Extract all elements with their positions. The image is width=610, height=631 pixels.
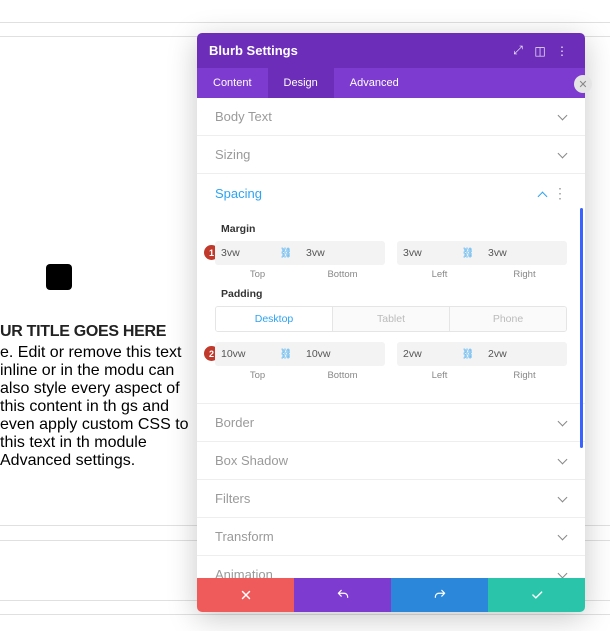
blurb-icon-placeholder xyxy=(46,264,72,290)
check-icon xyxy=(530,588,544,602)
tab-design[interactable]: Design xyxy=(268,68,334,98)
margin-left-input[interactable]: 3vw⛓ xyxy=(397,241,482,265)
panel-footer xyxy=(197,578,585,612)
margin-top-input[interactable]: 3vw⛓ xyxy=(215,241,300,265)
link-icon[interactable]: ⛓ xyxy=(460,349,476,360)
settings-panel: Blurb Settings ⤢ ◫ ⋮ Content Design Adva… xyxy=(197,33,585,612)
redo-icon xyxy=(433,588,447,602)
section-menu-icon[interactable]: ⋮ xyxy=(553,185,567,202)
side-label: Left xyxy=(397,269,482,280)
link-icon[interactable]: ⛓ xyxy=(278,248,294,259)
section-label: Transform xyxy=(215,529,274,544)
side-label: Right xyxy=(482,269,567,280)
panel-title: Blurb Settings xyxy=(209,43,507,58)
device-tabs: Desktop Tablet Phone xyxy=(215,306,567,332)
section-filters[interactable]: Filters xyxy=(197,480,585,518)
chevron-up-icon xyxy=(537,189,547,199)
blurb-paragraph: e. Edit or remove this text inline or in… xyxy=(0,344,198,470)
chevron-down-icon xyxy=(557,494,567,504)
panel-header[interactable]: Blurb Settings ⤢ ◫ ⋮ xyxy=(197,33,585,68)
section-body-text[interactable]: Body Text xyxy=(197,98,585,136)
chevron-down-icon xyxy=(557,456,567,466)
undo-button[interactable] xyxy=(294,578,391,612)
chevron-down-icon xyxy=(557,418,567,428)
redo-button[interactable] xyxy=(391,578,488,612)
padding-left-input[interactable]: 2vw⛓ xyxy=(397,342,482,366)
margin-label: Margin xyxy=(215,223,567,235)
side-label: Bottom xyxy=(300,370,385,381)
panel-tabs: Content Design Advanced xyxy=(197,68,585,98)
section-animation[interactable]: Animation xyxy=(197,556,585,578)
section-spacing[interactable]: Spacing ⋮ xyxy=(197,174,585,213)
side-label: Top xyxy=(215,370,300,381)
section-transform[interactable]: Transform xyxy=(197,518,585,556)
section-label: Filters xyxy=(215,491,250,506)
undo-icon xyxy=(336,588,350,602)
margin-bottom-input[interactable]: 3vw xyxy=(300,241,385,265)
menu-dots-icon[interactable]: ⋮ xyxy=(551,44,573,58)
chevron-down-icon xyxy=(557,532,567,542)
margin-right-input[interactable]: 3vw xyxy=(482,241,567,265)
device-tab-tablet[interactable]: Tablet xyxy=(332,307,449,331)
chevron-down-icon xyxy=(557,570,567,579)
scrollbar[interactable] xyxy=(580,208,583,448)
device-tab-desktop[interactable]: Desktop xyxy=(216,307,332,331)
close-round-icon[interactable]: ✕ xyxy=(574,75,592,93)
padding-right-input[interactable]: 2vw xyxy=(482,342,567,366)
link-icon[interactable]: ⛓ xyxy=(278,349,294,360)
section-label: Animation xyxy=(215,567,273,578)
chevron-down-icon xyxy=(557,112,567,122)
device-tab-phone[interactable]: Phone xyxy=(449,307,566,331)
link-icon[interactable]: ⛓ xyxy=(460,248,476,259)
panel-body: Body Text Sizing Spacing ⋮ Margin 1 3vw⛓… xyxy=(197,98,585,578)
section-label: Sizing xyxy=(215,147,250,162)
section-label: Border xyxy=(215,415,254,430)
side-label: Top xyxy=(215,269,300,280)
tab-advanced[interactable]: Advanced xyxy=(334,68,415,98)
section-label: Body Text xyxy=(215,109,272,124)
section-label: Spacing xyxy=(215,186,262,201)
padding-bottom-input[interactable]: 10vw xyxy=(300,342,385,366)
expand-icon[interactable]: ⤢ xyxy=(507,43,529,58)
section-box-shadow[interactable]: Box Shadow xyxy=(197,442,585,480)
padding-label: Padding xyxy=(215,288,567,300)
cancel-button[interactable] xyxy=(197,578,294,612)
blurb-title: UR TITLE GOES HERE xyxy=(0,323,166,341)
section-label: Box Shadow xyxy=(215,453,288,468)
chevron-down-icon xyxy=(557,150,567,160)
close-icon xyxy=(239,588,253,602)
spacing-body: Margin 1 3vw⛓ 3vw 3vw⛓ 3vw Top Bottom Le… xyxy=(197,213,585,403)
side-label: Right xyxy=(482,370,567,381)
tab-content[interactable]: Content xyxy=(197,68,268,98)
padding-top-input[interactable]: 10vw⛓ xyxy=(215,342,300,366)
section-border[interactable]: Border xyxy=(197,403,585,442)
snap-icon[interactable]: ◫ xyxy=(529,44,551,58)
save-button[interactable] xyxy=(488,578,585,612)
side-label: Left xyxy=(397,370,482,381)
section-sizing[interactable]: Sizing xyxy=(197,136,585,174)
side-label: Bottom xyxy=(300,269,385,280)
